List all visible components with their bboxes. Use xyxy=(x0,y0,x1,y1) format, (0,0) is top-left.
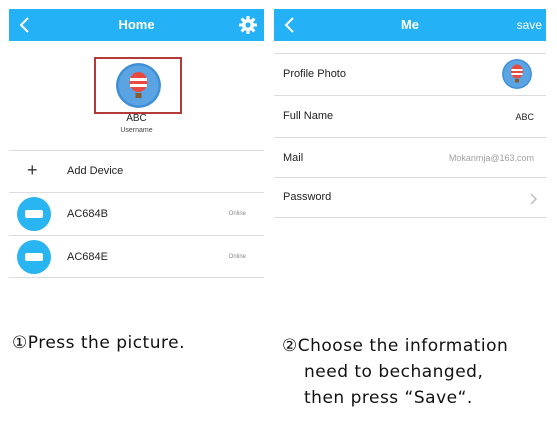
password-row[interactable]: Password xyxy=(274,178,546,218)
step-2-number: ② xyxy=(282,336,298,356)
step-1-caption: ①Press the picture. xyxy=(12,333,185,353)
mail-value: Mokanmja@163.com xyxy=(448,153,534,163)
air-conditioner-icon xyxy=(17,197,51,231)
step-2-text-line-2: need to bechanged, xyxy=(304,362,484,382)
avatar[interactable] xyxy=(502,59,532,89)
password-label: Password xyxy=(283,191,332,203)
step-1-number: ① xyxy=(12,333,28,353)
add-device-label: Add Device xyxy=(67,165,124,177)
step-1-text: Press the picture. xyxy=(27,333,185,353)
divider xyxy=(274,217,546,218)
step-2-text-line-1: Choose the information xyxy=(297,336,509,356)
device-name: AC684E xyxy=(67,251,108,263)
profile-photo-label: Profile Photo xyxy=(283,68,346,80)
avatar[interactable] xyxy=(116,63,161,108)
device-name: AC684B xyxy=(67,208,108,220)
full-name-value: ABC xyxy=(515,112,534,122)
full-name-row[interactable]: Full Name ABC xyxy=(274,96,546,137)
device-row[interactable]: AC684E Online xyxy=(9,236,264,278)
profile-name: ABC xyxy=(126,113,147,124)
chevron-right-icon xyxy=(530,193,537,205)
me-header: Me save xyxy=(274,9,546,41)
profile-photo-row[interactable]: Profile Photo xyxy=(274,54,546,95)
mail-label: Mail xyxy=(283,152,304,164)
home-screen: Home ABC Username + Add Device AC684B On… xyxy=(9,9,264,289)
gear-icon[interactable] xyxy=(238,15,258,35)
mail-row[interactable]: Mail Mokanmja@163.com xyxy=(274,138,546,178)
device-row[interactable]: AC684B Online xyxy=(9,193,264,235)
full-name-label: Full Name xyxy=(283,110,334,122)
step-2-text-line-3: then press “Save“. xyxy=(304,388,473,408)
save-button[interactable]: save xyxy=(517,18,542,32)
plus-icon: + xyxy=(27,160,38,180)
me-screen: Me save Profile Photo Full Name ABC Mail… xyxy=(274,9,546,289)
divider xyxy=(9,277,264,278)
device-status: Online xyxy=(228,211,246,217)
home-header: Home xyxy=(9,9,264,41)
device-status: Online xyxy=(228,254,246,260)
air-conditioner-icon xyxy=(17,240,51,274)
add-device-row[interactable]: + Add Device xyxy=(9,151,264,192)
step-2-caption: ②Choose the information need to bechange… xyxy=(282,333,508,411)
page-title: Me xyxy=(400,17,420,32)
page-title: Home xyxy=(118,17,155,32)
profile-picture-highlight[interactable] xyxy=(94,57,182,114)
profile-username-label: Username xyxy=(120,127,153,134)
